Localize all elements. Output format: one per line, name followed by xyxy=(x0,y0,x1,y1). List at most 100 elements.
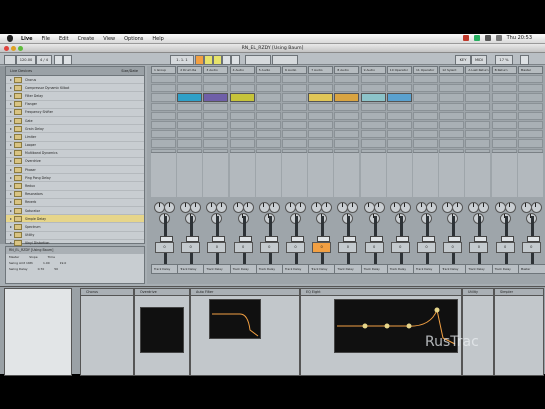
clip-slot[interactable] xyxy=(360,130,386,139)
device-title[interactable]: Chorus xyxy=(81,289,133,296)
browser-column-size[interactable]: Size/Date xyxy=(121,67,138,75)
clip-slot[interactable] xyxy=(203,84,229,93)
clip-slot[interactable] xyxy=(203,111,229,120)
clip-slot[interactable] xyxy=(439,139,465,148)
browser-item[interactable]: Limiter xyxy=(6,133,144,142)
expand-icon[interactable] xyxy=(10,127,12,130)
send-b-knob[interactable] xyxy=(452,202,464,213)
expand-icon[interactable] xyxy=(10,135,12,138)
browser-item[interactable]: Gate xyxy=(6,117,144,126)
clip-slot[interactable] xyxy=(255,93,281,102)
stop-icon[interactable] xyxy=(204,55,213,65)
clip-slot[interactable] xyxy=(386,111,412,120)
expand-icon[interactable] xyxy=(10,78,12,81)
expand-icon[interactable] xyxy=(10,176,12,179)
clip-slot[interactable] xyxy=(282,111,307,120)
send-b-knob[interactable] xyxy=(268,202,280,213)
clip-slot[interactable] xyxy=(413,120,438,130)
clip-slot[interactable] xyxy=(308,75,334,84)
menu-options[interactable]: Options xyxy=(124,36,143,42)
clip-slot[interactable] xyxy=(177,84,203,93)
clip-slot[interactable] xyxy=(465,130,491,139)
clip-slot[interactable] xyxy=(491,139,517,148)
play-icon[interactable] xyxy=(195,55,204,65)
send-b-knob[interactable] xyxy=(530,202,542,213)
clip-slot[interactable] xyxy=(334,139,360,148)
send-b-knob[interactable] xyxy=(242,202,254,213)
clip-slot[interactable] xyxy=(334,75,360,84)
info-row[interactable]: Swing Delay 0.70 50 xyxy=(6,266,144,272)
track-activator-button[interactable]: 0 xyxy=(338,242,358,253)
track-activator-button[interactable]: 0 xyxy=(469,242,489,253)
clip-slot[interactable] xyxy=(177,130,203,139)
send-b-knob[interactable] xyxy=(373,202,385,213)
clip-slot[interactable] xyxy=(517,130,543,139)
track-title[interactable]: 12 Sylent xyxy=(439,66,465,74)
expand-icon[interactable] xyxy=(10,119,12,122)
clip-slot[interactable] xyxy=(439,130,465,139)
browser-item[interactable]: Utility xyxy=(6,232,144,240)
browser-item[interactable]: Looper xyxy=(6,142,144,150)
clip-slot-filled[interactable] xyxy=(177,93,203,102)
clip-slot[interactable] xyxy=(386,84,412,93)
clip-slot[interactable] xyxy=(255,111,281,120)
track-title[interactable]: 1 Group xyxy=(151,66,176,74)
expand-icon[interactable] xyxy=(10,209,12,212)
clip-slot[interactable] xyxy=(282,120,307,130)
clip-slot[interactable] xyxy=(413,84,438,93)
track-title[interactable]: 7 Audio xyxy=(308,66,334,74)
clip-slot[interactable] xyxy=(517,111,543,120)
clip-slot[interactable] xyxy=(439,84,465,93)
device-simpler[interactable]: Simpler xyxy=(494,288,544,376)
device-utility[interactable]: Utility xyxy=(462,288,494,376)
track-delay-field[interactable]: Track Delay xyxy=(255,264,285,274)
clip-slot-filled[interactable] xyxy=(386,93,412,102)
device-eq-eight[interactable]: EQ Eight xyxy=(300,288,462,376)
clip-slot[interactable] xyxy=(517,102,543,111)
clip-slot[interactable] xyxy=(465,111,491,120)
track-title[interactable]: B Return xyxy=(491,66,517,74)
send-b-knob[interactable] xyxy=(216,202,228,213)
clip-slot[interactable] xyxy=(465,120,491,130)
track-delay-field[interactable]: Track Delay xyxy=(282,264,311,274)
menu-edit[interactable]: Edit xyxy=(59,36,69,42)
clip-slot[interactable] xyxy=(334,120,360,130)
clip-slot[interactable] xyxy=(229,84,255,93)
clip-slot[interactable] xyxy=(203,130,229,139)
clip-slot[interactable] xyxy=(386,130,412,139)
track-delay-field[interactable]: Track Delay xyxy=(308,264,338,274)
browser-item[interactable]: Saturator xyxy=(6,207,144,216)
expand-icon[interactable] xyxy=(10,94,12,97)
clip-slot[interactable] xyxy=(177,111,203,120)
close-icon[interactable] xyxy=(4,46,9,51)
clip-slot[interactable] xyxy=(308,139,334,148)
track-activator-button[interactable]: 0 xyxy=(312,242,332,253)
clip-slot[interactable] xyxy=(229,120,255,130)
clip-slot[interactable] xyxy=(255,130,281,139)
menu-create[interactable]: Create xyxy=(78,36,95,42)
clip-slot[interactable] xyxy=(203,75,229,84)
clock[interactable]: Thu 20:53 xyxy=(507,35,532,41)
clip-slot[interactable] xyxy=(491,111,517,120)
clip-slot[interactable] xyxy=(439,102,465,111)
quantize-icon[interactable] xyxy=(63,55,72,65)
clip-slot[interactable] xyxy=(308,102,334,111)
clip-slot[interactable] xyxy=(177,102,203,111)
clip-slot[interactable] xyxy=(465,102,491,111)
menu-live[interactable]: Live xyxy=(21,36,33,42)
minimize-icon[interactable] xyxy=(11,46,16,51)
send-b-knob[interactable] xyxy=(295,202,306,213)
device-title[interactable]: Utility xyxy=(463,289,493,296)
clip-slot[interactable] xyxy=(255,120,281,130)
clip-slot[interactable] xyxy=(491,130,517,139)
clip-slot-filled[interactable] xyxy=(360,93,386,102)
clip-slot[interactable] xyxy=(151,75,176,84)
track-title[interactable]: 6 Audio xyxy=(282,66,307,74)
expand-icon[interactable] xyxy=(10,225,12,228)
clip-slot[interactable] xyxy=(308,111,334,120)
clip-slot[interactable] xyxy=(282,102,307,111)
clip-slot[interactable] xyxy=(413,93,438,102)
clip-slot[interactable] xyxy=(308,120,334,130)
clip-slot[interactable] xyxy=(229,102,255,111)
track-title[interactable]: 8 Audio xyxy=(334,66,360,74)
